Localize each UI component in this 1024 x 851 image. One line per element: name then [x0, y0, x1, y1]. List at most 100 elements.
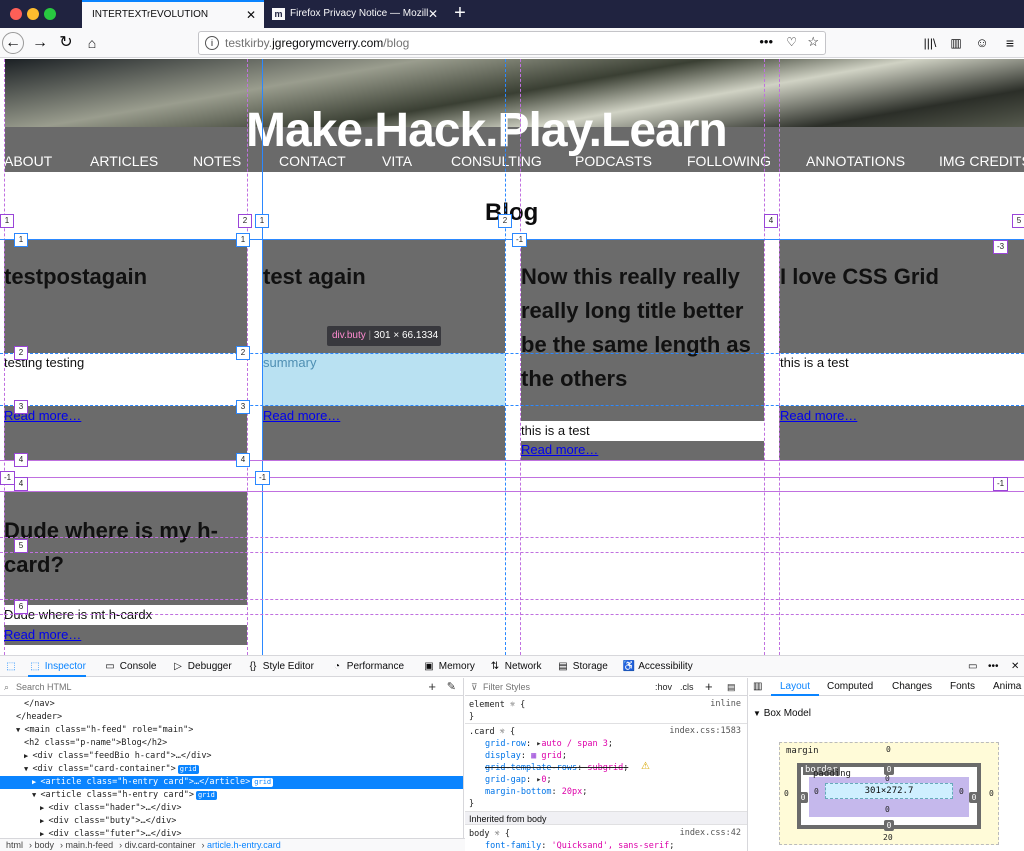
- add-rule-button[interactable]: +: [705, 678, 713, 696]
- border-left-value[interactable]: 0: [798, 792, 808, 803]
- nav-notes[interactable]: NOTES: [193, 153, 241, 169]
- card-title[interactable]: test again: [263, 260, 503, 294]
- card-title[interactable]: testpostagain: [4, 260, 244, 294]
- reload-icon[interactable]: ↻: [54, 31, 78, 55]
- card-title[interactable]: Now this really really really long title…: [521, 260, 764, 396]
- search-html-input[interactable]: ⌕ Search HTML + ✎: [0, 678, 463, 696]
- grid-badge[interactable]: grid: [252, 778, 274, 787]
- breadcrumb-item[interactable]: article.h-entry.card: [207, 840, 281, 850]
- add-node-icon[interactable]: +: [428, 678, 436, 696]
- rule-source[interactable]: index.css:1583: [669, 726, 741, 736]
- padding-top-value[interactable]: 0: [885, 774, 890, 783]
- markup-node[interactable]: ▼ <article class="h-entry card"> grid: [0, 789, 463, 802]
- tab-changes[interactable]: Changes: [892, 678, 932, 696]
- markup-node[interactable]: ▶ <div class="buty">…</div>: [0, 815, 463, 828]
- dock-icon[interactable]: ▭: [968, 656, 977, 677]
- nav-vita[interactable]: VITA: [382, 153, 412, 169]
- border-bottom-value[interactable]: 0: [884, 820, 894, 831]
- nav-consulting[interactable]: CONSULTING: [451, 153, 542, 169]
- markup-node[interactable]: </nav>: [0, 698, 463, 711]
- markup-node[interactable]: </header>: [0, 711, 463, 724]
- padding-right-value[interactable]: 0: [959, 787, 964, 796]
- url-bar[interactable]: i testkirby.jgregorymcverry.com/blog •••…: [198, 31, 826, 55]
- tab-storage[interactable]: ▤ Storage: [556, 656, 608, 677]
- tab-privacy-notice[interactable]: m Firefox Privacy Notice — Mozill ✕: [266, 0, 446, 28]
- tab-debugger[interactable]: ▷ Debugger: [171, 656, 232, 677]
- close-window-button[interactable]: [10, 8, 22, 20]
- menu-icon[interactable]: ≡: [998, 31, 1022, 55]
- maximize-window-button[interactable]: [44, 8, 56, 20]
- close-tab-icon[interactable]: ✕: [428, 0, 438, 28]
- read-more-link[interactable]: Read more…: [780, 408, 857, 423]
- nav-following[interactable]: FOLLOWING: [687, 153, 771, 169]
- breadcrumb-item[interactable]: div.card-container: [125, 840, 196, 850]
- margin-right-value[interactable]: 0: [989, 789, 994, 798]
- minimize-window-button[interactable]: [27, 8, 39, 20]
- padding-left-value[interactable]: 0: [814, 787, 819, 796]
- nav-articles[interactable]: ARTICLES: [90, 153, 158, 169]
- tab-intertext[interactable]: INTERTEXTrEVOLUTION ✕: [82, 0, 264, 28]
- back-icon[interactable]: ←: [2, 32, 24, 54]
- border-right-value[interactable]: 0: [969, 792, 979, 803]
- card-title[interactable]: Dude where is my h-card?: [4, 514, 244, 582]
- card-title[interactable]: I love CSS Grid: [780, 260, 1020, 294]
- css-declaration[interactable]: grid-row: ▸auto / span 3;: [485, 738, 613, 750]
- tab-performance[interactable]: ◔ Performance: [330, 656, 404, 677]
- library-icon[interactable]: |||\: [918, 31, 942, 55]
- warning-icon[interactable]: ⚠: [641, 761, 650, 772]
- css-declaration[interactable]: grid-gap: ▸0;: [485, 774, 552, 786]
- rule-source[interactable]: inline: [710, 699, 741, 709]
- tab-animations[interactable]: Anima: [993, 678, 1021, 696]
- tab-layout[interactable]: Layout: [771, 678, 819, 696]
- css-declaration-invalid[interactable]: grid-template-rows: subgrid;: [485, 762, 628, 774]
- devtools-menu-icon[interactable]: •••: [988, 656, 999, 677]
- tab-network[interactable]: ⇅ Network: [488, 656, 542, 677]
- toggle-pane-icon[interactable]: ▥: [753, 678, 762, 696]
- breadcrumb-item[interactable]: html: [6, 840, 23, 850]
- read-more-link[interactable]: Read more…: [263, 408, 340, 423]
- account-icon[interactable]: ☺: [970, 31, 994, 55]
- nav-img-credits[interactable]: IMG CREDITS: [939, 153, 1024, 169]
- margin-bottom-value[interactable]: 20: [883, 833, 893, 842]
- rule-source[interactable]: index.css:42: [680, 828, 741, 838]
- tab-style-editor[interactable]: {} Style Editor: [246, 656, 314, 677]
- tab-memory[interactable]: ▣ Memory: [422, 656, 475, 677]
- nav-about[interactable]: ABOUT: [4, 153, 52, 169]
- tab-accessibility[interactable]: ♿ Accessibility: [622, 656, 693, 677]
- pick-element-icon[interactable]: ⬚: [4, 656, 18, 677]
- box-model-header[interactable]: ▼ Box Model: [749, 706, 1024, 722]
- tab-console[interactable]: ▭ Console: [103, 656, 156, 677]
- eyedropper-icon[interactable]: ✎: [447, 678, 456, 696]
- markup-node[interactable]: ▶ <div class="feedBio h-card">…</div>: [0, 750, 463, 763]
- grid-badge[interactable]: grid: [195, 791, 217, 800]
- nav-annotations[interactable]: ANNOTATIONS: [806, 153, 905, 169]
- print-media-icon[interactable]: ▤: [727, 678, 736, 696]
- padding-bottom-value[interactable]: 0: [885, 805, 890, 814]
- grid-badge[interactable]: grid: [177, 765, 199, 774]
- css-declaration[interactable]: margin-bottom: 20px;: [485, 786, 587, 798]
- cls-button[interactable]: .cls: [680, 678, 694, 696]
- margin-left-value[interactable]: 0: [784, 789, 789, 798]
- nav-contact[interactable]: CONTACT: [279, 153, 346, 169]
- filter-styles-input[interactable]: ⊽ Filter Styles :hov .cls + ▤: [465, 678, 747, 696]
- hov-button[interactable]: :hov: [655, 678, 672, 696]
- breadcrumb-item[interactable]: main.h-feed: [66, 840, 114, 850]
- box-model-content[interactable]: 301×272.7: [825, 783, 953, 799]
- markup-node[interactable]: ▶ <div class="futer">…</div>: [0, 828, 463, 838]
- tab-fonts[interactable]: Fonts: [950, 678, 975, 696]
- tab-computed[interactable]: Computed: [827, 678, 873, 696]
- bookmark-star-icon[interactable]: ☆: [807, 34, 819, 50]
- markup-node[interactable]: ▶ <article class="h-entry card">…</artic…: [0, 776, 463, 789]
- css-declaration[interactable]: font-family: 'Quicksand', sans-serif;: [485, 840, 674, 851]
- nav-podcasts[interactable]: PODCASTS: [575, 153, 652, 169]
- tab-inspector[interactable]: ⬚ Inspector: [28, 656, 86, 677]
- margin-top-value[interactable]: 0: [886, 745, 891, 754]
- close-devtools-icon[interactable]: ✕: [1011, 656, 1019, 677]
- read-more-link[interactable]: Read more…: [4, 627, 81, 642]
- css-declaration[interactable]: display: ▦ grid;: [485, 750, 567, 762]
- markup-node[interactable]: ▼ <main class="h-feed" role="main">: [0, 724, 463, 737]
- close-tab-icon[interactable]: ✕: [246, 2, 256, 28]
- markup-node[interactable]: ▶ <div class="hader">…</div>: [0, 802, 463, 815]
- sidebar-icon[interactable]: ▥: [944, 31, 968, 55]
- page-actions-icon[interactable]: •••: [759, 34, 773, 49]
